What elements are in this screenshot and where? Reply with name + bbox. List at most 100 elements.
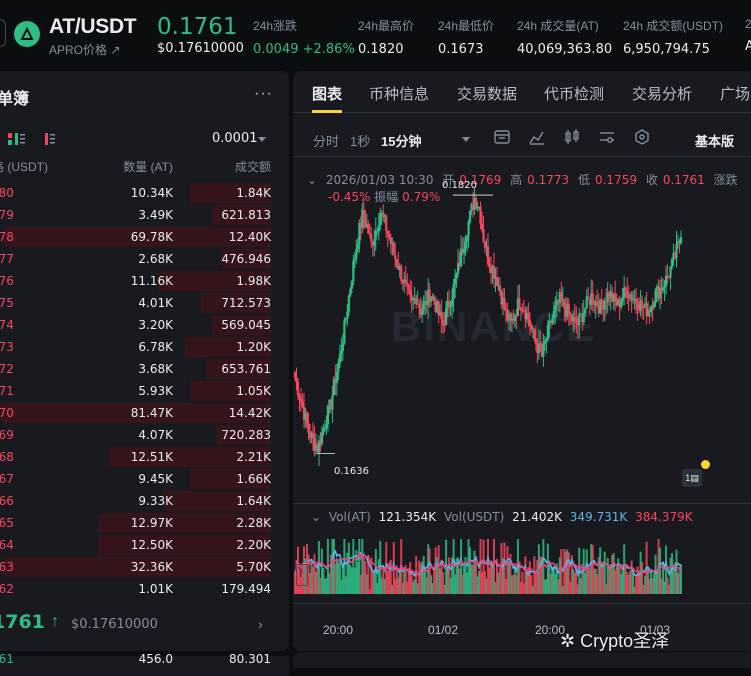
- vol-usdt-value: 21.402K: [512, 510, 562, 524]
- ask-row[interactable]: 771 5.93K 1.05K: [0, 380, 289, 402]
- order-book-last-price-usd: $0.17610000: [71, 617, 158, 632]
- interval-15m[interactable]: 15分钟: [381, 131, 421, 150]
- candle-body: [492, 266, 496, 279]
- indicator-icon[interactable]: [528, 128, 546, 146]
- view-asks-icon[interactable]: [45, 133, 55, 145]
- ask-row[interactable]: 773 6.78K 1.20K: [0, 336, 289, 358]
- ask-row[interactable]: 779 3.49K 621.813: [0, 204, 289, 226]
- tick-size-select[interactable]: 0.0001: [212, 131, 258, 146]
- candlestick-chart[interactable]: [293, 161, 751, 501]
- candle-body: [293, 372, 297, 378]
- indicator-toggle-button[interactable]: 1▤: [682, 469, 702, 487]
- tab-token-check[interactable]: 代币检测: [544, 83, 604, 104]
- ask-price: 772: [0, 362, 14, 376]
- candle-body: [486, 246, 490, 265]
- candle-body: [563, 299, 566, 309]
- interval-time[interactable]: 分时: [313, 131, 339, 150]
- col-price: 格 (USDT): [0, 160, 48, 174]
- settings-icon[interactable]: [598, 128, 616, 146]
- candle-body: [495, 277, 499, 286]
- candle-body: [362, 209, 365, 220]
- candle-body: [430, 298, 433, 302]
- ask-row[interactable]: 768 12.51K 2.21K: [0, 446, 289, 468]
- candle-body: [614, 293, 617, 301]
- volume-collapse-icon[interactable]: ⌄: [311, 510, 321, 524]
- ask-row[interactable]: 764 12.50K 2.20K: [0, 534, 289, 556]
- ask-total: 2.20K: [236, 538, 271, 552]
- view-bids-icon[interactable]: [15, 133, 25, 145]
- ask-price: 765: [0, 516, 14, 530]
- tab-trade-analysis[interactable]: 交易分析: [632, 83, 692, 104]
- candle-body: [386, 230, 389, 234]
- candle-body: [295, 377, 298, 383]
- candle-body: [503, 297, 506, 310]
- tab-chart[interactable]: 图表: [312, 83, 342, 104]
- ask-row[interactable]: 778 69.78K 12.40K: [0, 226, 289, 248]
- ask-amount: 1.01K: [138, 582, 173, 596]
- ask-total: 1.98K: [236, 274, 271, 288]
- tab-coin-info[interactable]: 币种信息: [369, 83, 429, 104]
- ask-price: 780: [0, 186, 14, 200]
- candle-body: [578, 314, 581, 326]
- ask-row[interactable]: 780 10.34K 1.84K: [0, 182, 289, 204]
- ask-row[interactable]: 766 9.33K 1.64K: [0, 490, 289, 512]
- volume-bar: [680, 564, 682, 594]
- basic-view-button[interactable]: 基本版: [695, 131, 734, 150]
- x-tick: 01/02: [428, 623, 459, 637]
- ask-row[interactable]: 770 81.47K 14.42K: [0, 402, 289, 424]
- candle-body: [379, 213, 382, 226]
- ask-row[interactable]: 767 9.45K 1.66K: [0, 468, 289, 490]
- ask-amount: 3.68K: [138, 362, 173, 376]
- tab-trading-data[interactable]: 交易数据: [457, 83, 517, 104]
- bid-row[interactable]: 761 456.0 80.301: [0, 652, 289, 676]
- stat-value: 40,069,363.80: [517, 42, 613, 57]
- candle-body: [560, 292, 563, 301]
- chevron-down-icon[interactable]: [258, 137, 266, 142]
- coin-price-link[interactable]: APRO价格 ↗: [49, 41, 120, 58]
- ask-price: 771: [0, 384, 14, 398]
- more-options-icon[interactable]: ···: [254, 85, 273, 103]
- candle-body: [335, 372, 338, 383]
- pair-title[interactable]: AT/USDT: [49, 15, 137, 39]
- ask-row[interactable]: 763 32.36K 5.70K: [0, 556, 289, 578]
- chevron-right-icon[interactable]: ›: [296, 564, 308, 586]
- ask-row[interactable]: 762 1.01K 179.494: [0, 578, 289, 600]
- vol-at-label: Vol(AT): [328, 510, 371, 524]
- depth-icon[interactable]: [633, 128, 651, 146]
- ask-price: 767: [0, 472, 14, 486]
- ask-row[interactable]: 777 2.68K 476.946: [0, 248, 289, 270]
- candle-body: [545, 339, 548, 342]
- stat-24h-change: 24h涨跌 0.0049 +2.86%: [253, 17, 355, 57]
- ticker-header: AT/USDT APRO价格 ↗ 0.1761 $0.17610000 24h涨…: [0, 0, 751, 66]
- last-price: 0.1761: [157, 14, 238, 40]
- candle-body: [449, 306, 452, 308]
- volume-chart[interactable]: [293, 526, 751, 602]
- ask-total: 569.045: [221, 318, 271, 332]
- ask-row[interactable]: 772 3.68K 653.761: [0, 358, 289, 380]
- chevron-right-icon[interactable]: ›: [258, 616, 263, 632]
- chevron-down-icon[interactable]: [462, 137, 470, 142]
- ask-row[interactable]: 765 12.97K 2.28K: [0, 512, 289, 534]
- ask-total: 179.494: [221, 582, 271, 596]
- candle-body: [392, 242, 395, 255]
- candle-body: [331, 395, 334, 410]
- candle-body: [528, 319, 531, 327]
- interval-1s[interactable]: 1秒: [350, 131, 370, 150]
- ask-amount: 11.16K: [130, 274, 173, 288]
- candle-body: [323, 428, 327, 430]
- tab-square[interactable]: 广场: [720, 83, 750, 104]
- ask-row[interactable]: 774 3.20K 569.045: [0, 314, 289, 336]
- arrow-up-icon: ↑: [51, 613, 59, 630]
- ask-row[interactable]: 775 4.01K 712.573: [0, 292, 289, 314]
- ask-row[interactable]: 776 11.16K 1.98K: [0, 270, 289, 292]
- ask-row[interactable]: 769 4.07K 720.283: [0, 424, 289, 446]
- calendar-icon[interactable]: [493, 128, 511, 146]
- view-both-icon[interactable]: [2, 133, 12, 145]
- order-book-title: 单簿: [0, 91, 30, 108]
- menu-button[interactable]: [0, 19, 6, 47]
- candle-type-icon[interactable]: [563, 128, 581, 146]
- stat-value: 0.1673: [438, 42, 484, 57]
- ask-total: 621.813: [221, 208, 271, 222]
- stat-label: 24h最高价: [358, 19, 415, 33]
- active-tab-indicator: [312, 110, 342, 113]
